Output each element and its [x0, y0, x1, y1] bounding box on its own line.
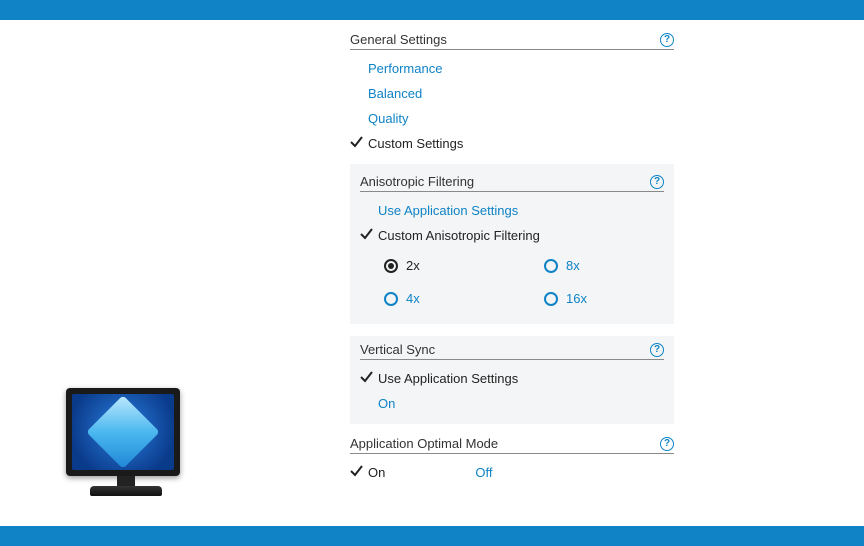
option-vsync-use-app[interactable]: Use Application Settings [360, 366, 664, 391]
app-optimal-row: On Off [350, 460, 674, 485]
monitor-bezel [66, 388, 180, 476]
monitor-stand [117, 476, 135, 486]
top-band [0, 0, 864, 20]
radio-af-2x-label: 2x [406, 258, 420, 273]
radio-icon [544, 292, 558, 306]
check-icon [350, 135, 363, 148]
option-app-optimal-on[interactable]: On [350, 460, 385, 485]
bottom-band [0, 526, 864, 546]
option-af-custom[interactable]: Custom Anisotropic Filtering [360, 223, 664, 248]
diamond-icon [86, 395, 160, 469]
option-af-use-app-label: Use Application Settings [378, 203, 518, 218]
radio-icon [384, 292, 398, 306]
option-app-optimal-on-label: On [368, 465, 385, 480]
radio-icon [544, 259, 558, 273]
option-custom-settings[interactable]: Custom Settings [350, 131, 674, 156]
radio-af-8x[interactable]: 8x [544, 258, 664, 273]
option-performance[interactable]: Performance [350, 56, 674, 81]
monitor-screen [72, 394, 174, 470]
content: General Settings ? Performance Balanced … [0, 20, 864, 526]
section-header-app-optimal: Application Optimal Mode ? [350, 436, 674, 454]
option-af-custom-label: Custom Anisotropic Filtering [378, 228, 540, 243]
radio-af-4x[interactable]: 4x [384, 291, 504, 306]
radio-af-2x[interactable]: 2x [384, 258, 504, 273]
section-title-general: General Settings [350, 32, 447, 47]
check-icon [350, 464, 363, 477]
help-icon[interactable]: ? [650, 343, 664, 357]
radio-af-4x-label: 4x [406, 291, 420, 306]
option-balanced-label: Balanced [368, 86, 422, 101]
section-general: General Settings ? Performance Balanced … [350, 32, 674, 156]
radio-af-16x[interactable]: 16x [544, 291, 664, 306]
option-quality[interactable]: Quality [350, 106, 674, 131]
section-title-anisotropic: Anisotropic Filtering [360, 174, 474, 189]
option-af-use-app[interactable]: Use Application Settings [360, 198, 664, 223]
option-app-optimal-off[interactable]: Off [475, 460, 492, 485]
section-vsync: Vertical Sync ? Use Application Settings… [350, 336, 674, 424]
check-icon [360, 227, 373, 240]
section-title-vsync: Vertical Sync [360, 342, 435, 357]
option-performance-label: Performance [368, 61, 442, 76]
radio-af-8x-label: 8x [566, 258, 580, 273]
option-custom-settings-label: Custom Settings [368, 136, 463, 151]
check-icon [360, 370, 373, 383]
section-header-general: General Settings ? [350, 32, 674, 50]
option-vsync-on-label: On [378, 396, 395, 411]
help-icon[interactable]: ? [660, 437, 674, 451]
help-icon[interactable]: ? [660, 33, 674, 47]
radio-icon-selected [384, 259, 398, 273]
option-app-optimal-off-label: Off [475, 465, 492, 480]
option-vsync-on[interactable]: On [360, 391, 664, 416]
monitor-base [90, 486, 162, 496]
section-header-vsync: Vertical Sync ? [360, 342, 664, 360]
section-app-optimal: Application Optimal Mode ? On Off [350, 436, 674, 485]
settings-column: General Settings ? Performance Balanced … [350, 32, 674, 526]
option-quality-label: Quality [368, 111, 408, 126]
option-vsync-use-app-label: Use Application Settings [378, 371, 518, 386]
section-title-app-optimal: Application Optimal Mode [350, 436, 498, 451]
af-radio-grid: 2x 8x 4x 16x [360, 248, 664, 310]
section-header-anisotropic: Anisotropic Filtering ? [360, 174, 664, 192]
option-balanced[interactable]: Balanced [350, 81, 674, 106]
help-icon[interactable]: ? [650, 175, 664, 189]
monitor-illustration [66, 388, 186, 496]
section-anisotropic: Anisotropic Filtering ? Use Application … [350, 164, 674, 324]
radio-af-16x-label: 16x [566, 291, 587, 306]
